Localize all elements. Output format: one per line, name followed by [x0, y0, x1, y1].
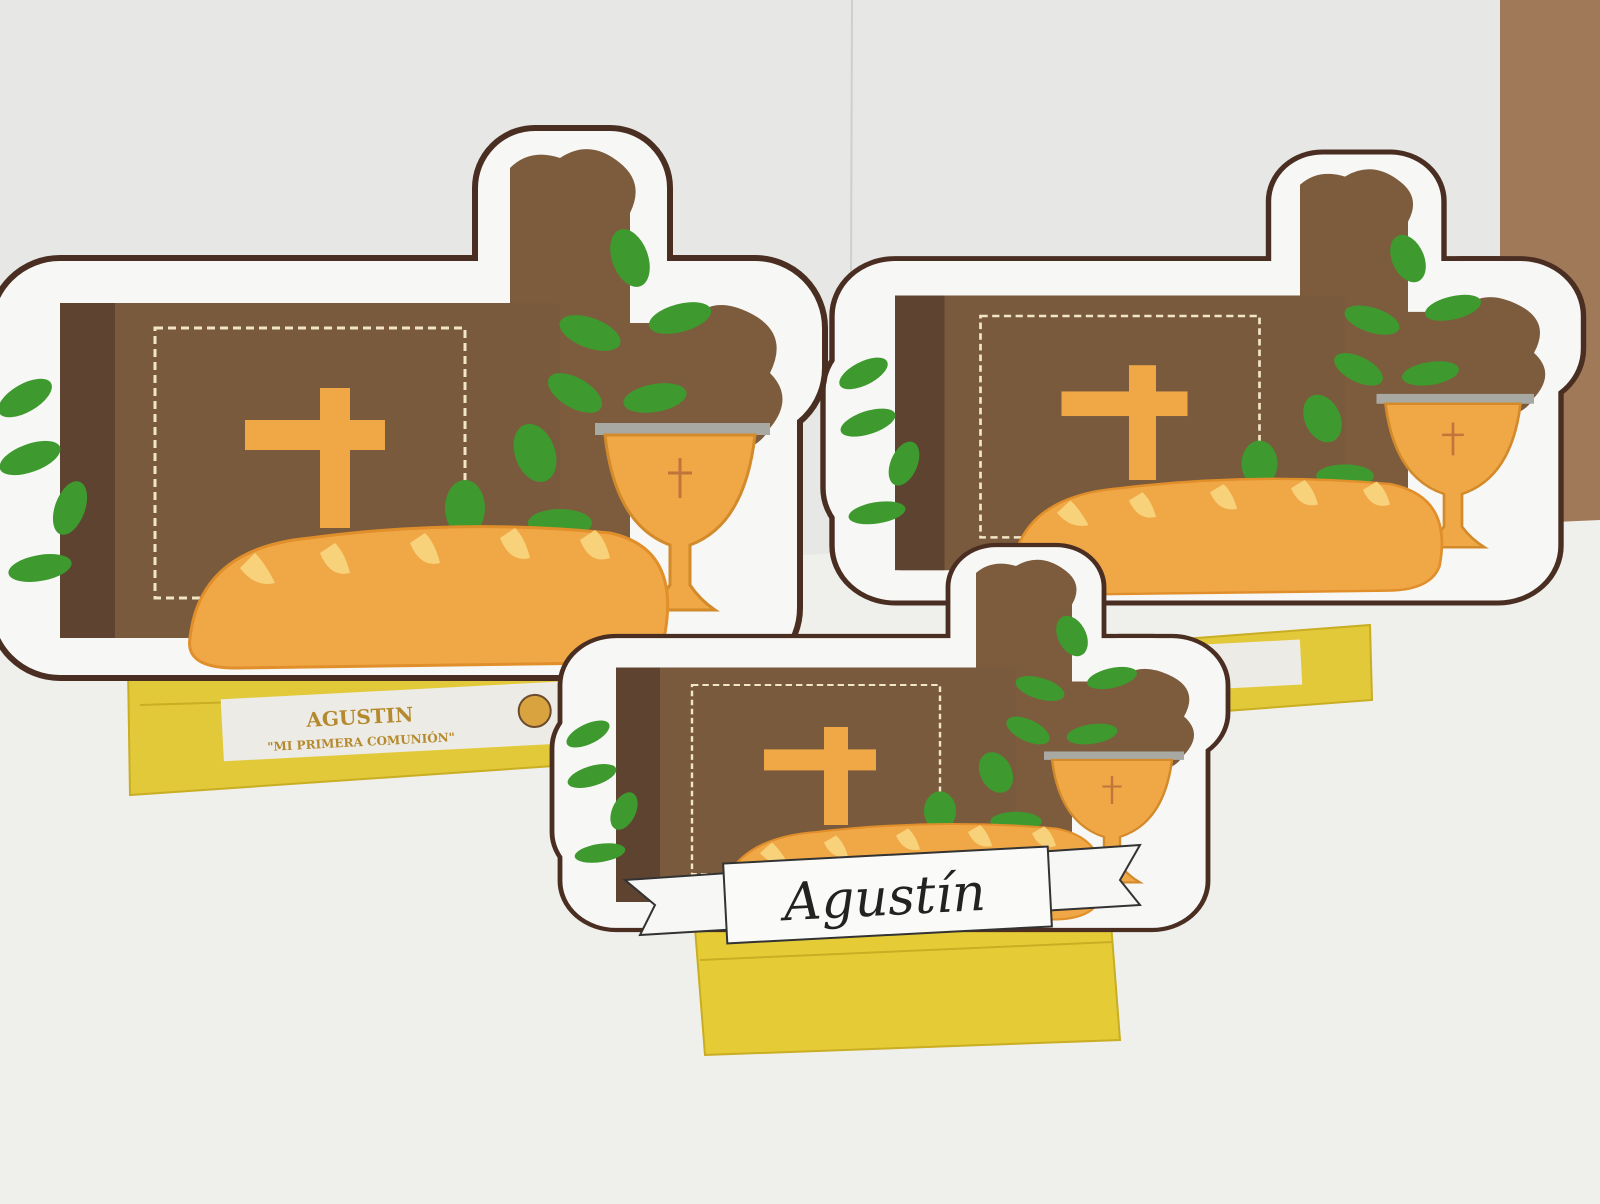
front-name-text: Agustín [778, 863, 987, 934]
chalice-logo-icon [517, 693, 552, 728]
photo-scene: AGUSTIN "MI PRIMERA COMUNIÓN" Agustín [0, 0, 1600, 1204]
